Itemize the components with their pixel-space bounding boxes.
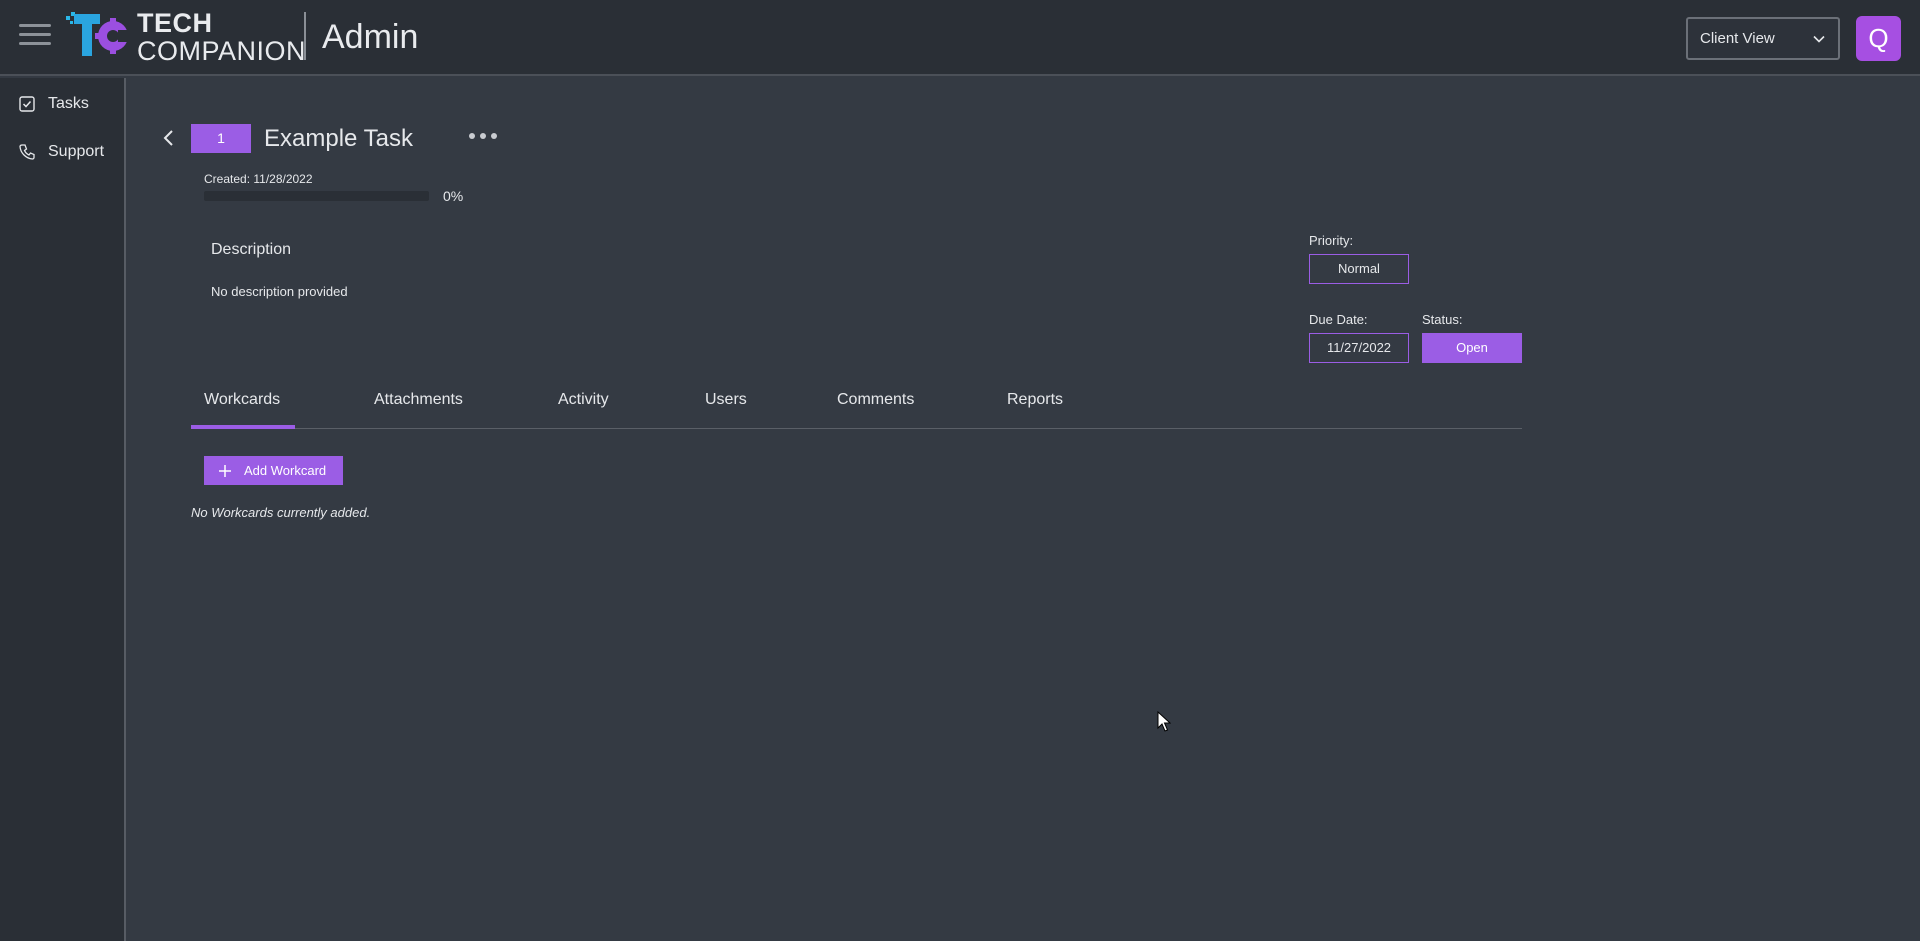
tab-reports[interactable]: Reports bbox=[1007, 391, 1063, 409]
sidebar-item-tasks[interactable]: Tasks bbox=[18, 92, 89, 116]
priority-button[interactable]: Normal bbox=[1309, 254, 1409, 284]
phone-icon bbox=[19, 144, 35, 160]
brand-divider bbox=[304, 12, 306, 60]
due-date-label: Due Date: bbox=[1309, 312, 1368, 327]
tab-workcards[interactable]: Workcards bbox=[204, 391, 280, 409]
sidebar-item-label: Support bbox=[48, 143, 105, 160]
progress-percent: 0% bbox=[443, 188, 464, 204]
hamburger-menu-icon[interactable] bbox=[19, 24, 51, 46]
app-title: Admin bbox=[322, 18, 419, 56]
user-avatar[interactable]: Q bbox=[1856, 16, 1901, 61]
active-tab-indicator bbox=[191, 425, 295, 429]
tab-users[interactable]: Users bbox=[705, 391, 747, 409]
add-workcard-button[interactable]: Add Workcard bbox=[204, 456, 343, 485]
tc-logo-icon bbox=[66, 12, 132, 56]
sidebar: Tasks Support bbox=[0, 78, 126, 941]
status-label: Status: bbox=[1422, 312, 1463, 327]
checkbox-icon bbox=[19, 96, 35, 112]
priority-label: Priority: bbox=[1309, 233, 1354, 248]
tab-comments[interactable]: Comments bbox=[837, 391, 914, 409]
add-workcard-label: Add Workcard bbox=[244, 463, 327, 478]
task-tabs: Workcards Attachments Activity Users Com… bbox=[191, 385, 1522, 429]
no-workcards-message: No Workcards currently added. bbox=[191, 505, 371, 520]
sidebar-item-label: Tasks bbox=[48, 95, 89, 112]
sidebar-item-support[interactable]: Support bbox=[18, 140, 104, 164]
created-date: Created: 11/28/2022 bbox=[204, 172, 313, 186]
due-date-field[interactable]: 11/27/2022 bbox=[1309, 333, 1409, 363]
description-text: No description provided bbox=[211, 284, 348, 299]
brand-line-1: TECH bbox=[137, 8, 213, 38]
plus-icon bbox=[219, 464, 231, 477]
chevron-down-icon bbox=[1813, 35, 1825, 43]
mouse-cursor-icon bbox=[1157, 711, 1171, 732]
description-heading: Description bbox=[211, 241, 292, 258]
view-select-value: Client View bbox=[1700, 30, 1775, 47]
task-title: Example Task bbox=[264, 125, 413, 152]
task-number-badge: 1 bbox=[191, 124, 251, 153]
status-button[interactable]: Open bbox=[1422, 333, 1522, 363]
top-bar: TECH COMPANION Admin Client View Q bbox=[0, 0, 1920, 76]
tab-attachments[interactable]: Attachments bbox=[374, 391, 463, 409]
back-arrow-icon[interactable] bbox=[160, 127, 178, 149]
progress-bar bbox=[204, 191, 429, 201]
view-select[interactable]: Client View bbox=[1686, 17, 1840, 60]
tab-activity[interactable]: Activity bbox=[558, 391, 609, 409]
more-options-icon[interactable] bbox=[468, 130, 498, 142]
brand-wordmark: TECH COMPANION bbox=[137, 10, 306, 65]
brand-line-2: COMPANION bbox=[137, 36, 307, 66]
